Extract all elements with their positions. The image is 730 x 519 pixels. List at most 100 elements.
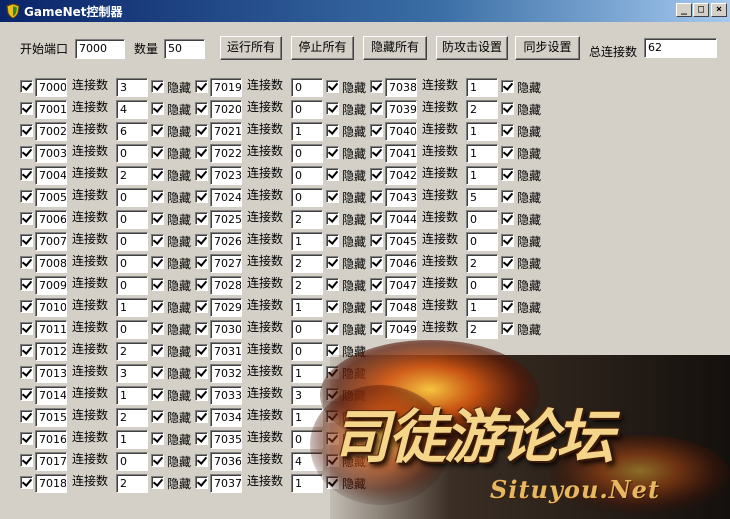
port-number-field[interactable]: 7023 xyxy=(210,166,242,185)
port-enabled-checkbox[interactable] xyxy=(370,102,383,115)
port-enabled-checkbox[interactable] xyxy=(370,146,383,159)
hide-checkbox[interactable] xyxy=(501,278,514,291)
hide-checkbox[interactable] xyxy=(326,124,339,137)
hide-checkbox[interactable] xyxy=(151,300,164,313)
port-number-field[interactable]: 7047 xyxy=(385,276,417,295)
hide-checkbox[interactable] xyxy=(326,80,339,93)
port-enabled-checkbox[interactable] xyxy=(195,124,208,137)
port-number-field[interactable]: 7048 xyxy=(385,298,417,317)
hide-checkbox[interactable] xyxy=(326,234,339,247)
port-enabled-checkbox[interactable] xyxy=(195,454,208,467)
hide-checkbox[interactable] xyxy=(501,212,514,225)
hide-checkbox[interactable] xyxy=(326,300,339,313)
hide-checkbox[interactable] xyxy=(501,322,514,335)
port-number-field[interactable]: 7015 xyxy=(35,408,67,427)
hide-checkbox[interactable] xyxy=(326,146,339,159)
hide-checkbox[interactable] xyxy=(501,190,514,203)
port-enabled-checkbox[interactable] xyxy=(195,234,208,247)
port-enabled-checkbox[interactable] xyxy=(20,476,33,489)
count-input[interactable]: 50 xyxy=(164,39,205,59)
port-number-field[interactable]: 7004 xyxy=(35,166,67,185)
port-number-field[interactable]: 7000 xyxy=(35,78,67,97)
port-enabled-checkbox[interactable] xyxy=(370,80,383,93)
title-bar[interactable]: GameNet控制器 _ □ × xyxy=(0,0,730,22)
hide-checkbox[interactable] xyxy=(151,476,164,489)
maximize-button[interactable]: □ xyxy=(693,3,709,17)
port-number-field[interactable]: 7029 xyxy=(210,298,242,317)
hide-checkbox[interactable] xyxy=(326,256,339,269)
port-enabled-checkbox[interactable] xyxy=(370,278,383,291)
port-enabled-checkbox[interactable] xyxy=(20,366,33,379)
port-enabled-checkbox[interactable] xyxy=(195,80,208,93)
port-number-field[interactable]: 7024 xyxy=(210,188,242,207)
port-number-field[interactable]: 7040 xyxy=(385,122,417,141)
port-number-field[interactable]: 7020 xyxy=(210,100,242,119)
port-enabled-checkbox[interactable] xyxy=(370,124,383,137)
port-enabled-checkbox[interactable] xyxy=(195,388,208,401)
anti-attack-settings-button[interactable]: 防攻击设置 xyxy=(436,36,508,60)
port-number-field[interactable]: 7010 xyxy=(35,298,67,317)
hide-checkbox[interactable] xyxy=(151,278,164,291)
port-enabled-checkbox[interactable] xyxy=(195,146,208,159)
port-enabled-checkbox[interactable] xyxy=(195,432,208,445)
port-number-field[interactable]: 7007 xyxy=(35,232,67,251)
minimize-button[interactable]: _ xyxy=(676,3,692,17)
hide-checkbox[interactable] xyxy=(151,410,164,423)
port-enabled-checkbox[interactable] xyxy=(370,168,383,181)
hide-checkbox[interactable] xyxy=(151,168,164,181)
hide-checkbox[interactable] xyxy=(151,454,164,467)
port-number-field[interactable]: 7033 xyxy=(210,386,242,405)
port-enabled-checkbox[interactable] xyxy=(20,146,33,159)
sync-settings-button[interactable]: 同步设置 xyxy=(515,36,580,60)
port-number-field[interactable]: 7025 xyxy=(210,210,242,229)
port-enabled-checkbox[interactable] xyxy=(195,256,208,269)
port-number-field[interactable]: 7032 xyxy=(210,364,242,383)
port-enabled-checkbox[interactable] xyxy=(20,124,33,137)
hide-checkbox[interactable] xyxy=(326,190,339,203)
port-number-field[interactable]: 7027 xyxy=(210,254,242,273)
port-enabled-checkbox[interactable] xyxy=(20,300,33,313)
port-enabled-checkbox[interactable] xyxy=(20,234,33,247)
hide-checkbox[interactable] xyxy=(151,322,164,335)
port-enabled-checkbox[interactable] xyxy=(20,388,33,401)
hide-checkbox[interactable] xyxy=(326,212,339,225)
port-enabled-checkbox[interactable] xyxy=(195,300,208,313)
hide-checkbox[interactable] xyxy=(326,168,339,181)
port-number-field[interactable]: 7018 xyxy=(35,474,67,493)
hide-checkbox[interactable] xyxy=(501,124,514,137)
port-number-field[interactable]: 7028 xyxy=(210,276,242,295)
port-number-field[interactable]: 7030 xyxy=(210,320,242,339)
port-enabled-checkbox[interactable] xyxy=(20,410,33,423)
hide-checkbox[interactable] xyxy=(151,234,164,247)
port-enabled-checkbox[interactable] xyxy=(20,256,33,269)
port-number-field[interactable]: 7031 xyxy=(210,342,242,361)
port-enabled-checkbox[interactable] xyxy=(370,212,383,225)
port-enabled-checkbox[interactable] xyxy=(195,366,208,379)
port-enabled-checkbox[interactable] xyxy=(195,190,208,203)
port-enabled-checkbox[interactable] xyxy=(195,102,208,115)
hide-checkbox[interactable] xyxy=(326,102,339,115)
port-number-field[interactable]: 7022 xyxy=(210,144,242,163)
port-number-field[interactable]: 7013 xyxy=(35,364,67,383)
port-number-field[interactable]: 7036 xyxy=(210,452,242,471)
hide-checkbox[interactable] xyxy=(501,168,514,181)
port-enabled-checkbox[interactable] xyxy=(195,278,208,291)
port-enabled-checkbox[interactable] xyxy=(20,344,33,357)
port-number-field[interactable]: 7034 xyxy=(210,408,242,427)
port-enabled-checkbox[interactable] xyxy=(20,190,33,203)
port-enabled-checkbox[interactable] xyxy=(20,212,33,225)
hide-checkbox[interactable] xyxy=(151,190,164,203)
port-number-field[interactable]: 7016 xyxy=(35,430,67,449)
port-number-field[interactable]: 7014 xyxy=(35,386,67,405)
hide-checkbox[interactable] xyxy=(501,80,514,93)
run-all-button[interactable]: 运行所有 xyxy=(220,36,282,60)
start-port-input[interactable]: 7000 xyxy=(75,39,125,59)
port-enabled-checkbox[interactable] xyxy=(370,190,383,203)
port-number-field[interactable]: 7012 xyxy=(35,342,67,361)
hide-checkbox[interactable] xyxy=(501,102,514,115)
port-number-field[interactable]: 7021 xyxy=(210,122,242,141)
port-number-field[interactable]: 7026 xyxy=(210,232,242,251)
port-enabled-checkbox[interactable] xyxy=(20,432,33,445)
port-number-field[interactable]: 7011 xyxy=(35,320,67,339)
port-enabled-checkbox[interactable] xyxy=(195,212,208,225)
